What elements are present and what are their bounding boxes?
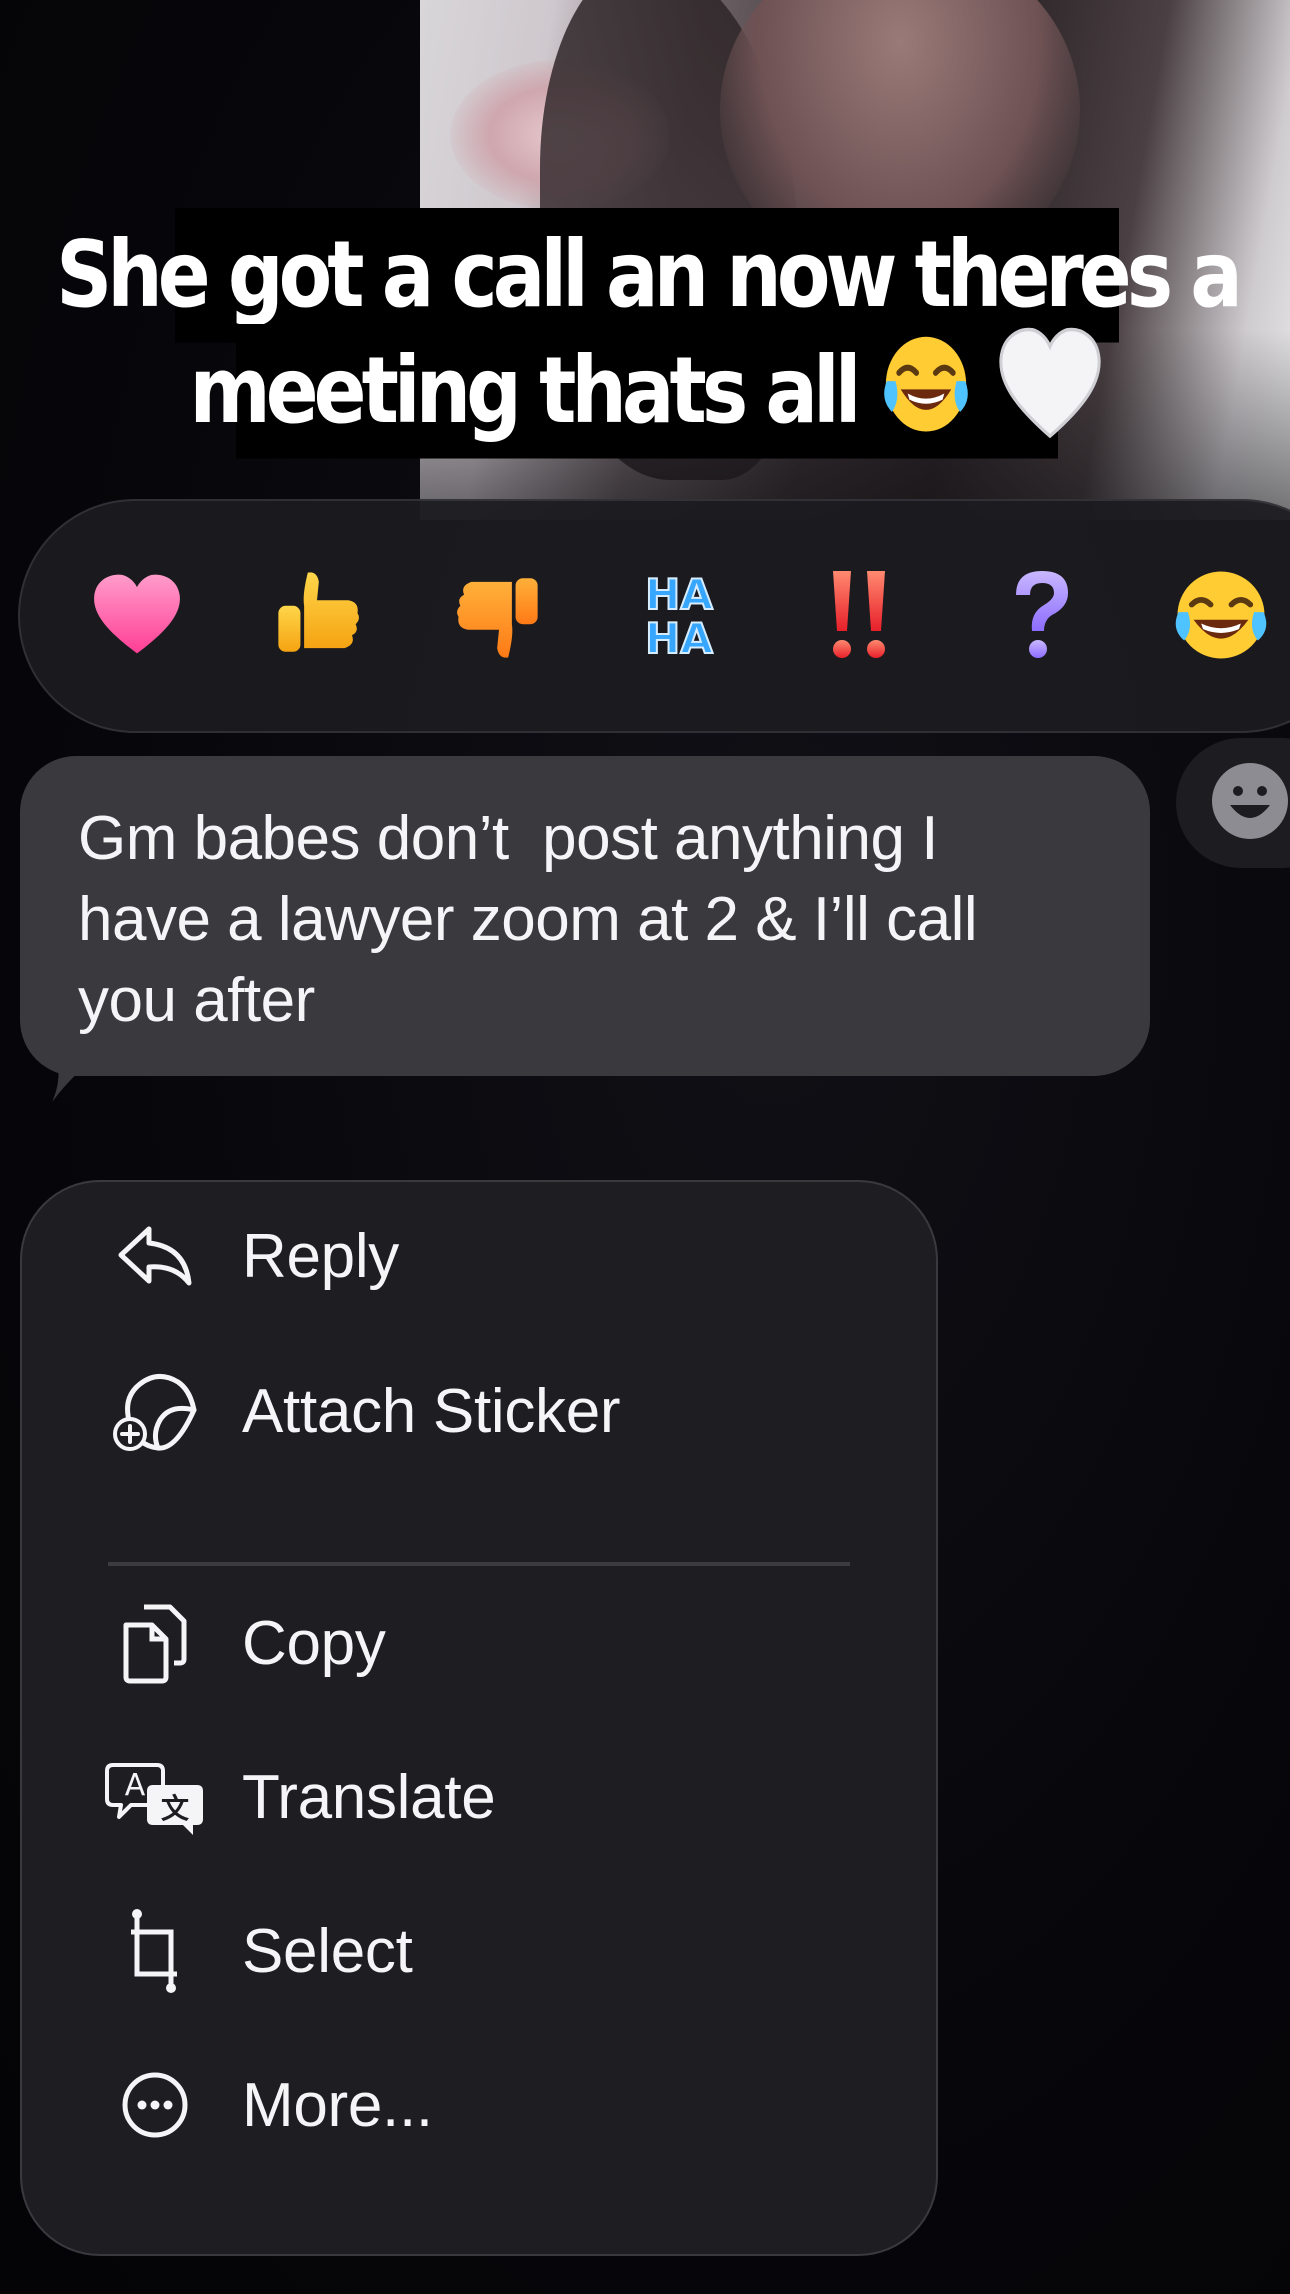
translate-icon: A 文 — [100, 1742, 210, 1852]
message-context-menu: Reply Attach Sticker Copy A 文 Translate … — [20, 1180, 938, 2256]
thumbs-up-icon — [271, 567, 363, 663]
menu-item-reply[interactable]: Reply — [20, 1181, 938, 1331]
tapback-heart[interactable] — [82, 560, 192, 670]
caption-line-1: She got a call an now theres a — [56, 208, 1243, 343]
add-emoji-reaction-button[interactable] — [1176, 738, 1290, 868]
reply-icon — [100, 1201, 210, 1311]
menu-label-more: More... — [242, 2070, 433, 2140]
menu-item-translate[interactable]: A 文 Translate — [20, 1722, 938, 1872]
tapback-question[interactable] — [986, 560, 1096, 670]
svg-text:文: 文 — [161, 1792, 189, 1825]
menu-label-select: Select — [242, 1916, 413, 1986]
menu-label-reply: Reply — [242, 1221, 400, 1291]
smiley-face-icon — [1210, 761, 1290, 846]
menu-divider — [108, 1562, 850, 1566]
screen: She got a call an now theres a meeting t… — [0, 0, 1290, 2294]
heart-icon — [89, 571, 185, 659]
menu-label-attach-sticker: Attach Sticker — [242, 1376, 621, 1446]
sticker-icon — [100, 1356, 210, 1466]
copy-icon — [100, 1588, 210, 1698]
tapback-emphasize[interactable] — [806, 560, 916, 670]
more-icon — [100, 2050, 210, 2160]
message-text: Gm babes don’t post anything I have a la… — [78, 804, 978, 1035]
menu-item-select[interactable]: Select — [20, 1876, 938, 2026]
svg-text:A: A — [125, 1768, 146, 1803]
svg-text:HA: HA — [645, 614, 713, 663]
caption-text-2: meeting thats all — [189, 338, 861, 445]
menu-item-copy[interactable]: Copy — [20, 1568, 938, 1718]
thumbs-down-icon — [453, 567, 545, 663]
message-bubble[interactable]: Gm babes don’t post anything I have a la… — [20, 756, 1150, 1076]
white-heart-emoji-icon — [995, 325, 1105, 458]
caption-text-1: She got a call an now theres a — [56, 222, 1243, 329]
select-crop-icon — [100, 1896, 210, 2006]
tapback-laughing[interactable] — [1166, 560, 1276, 670]
message-bubble-tail — [52, 1050, 106, 1102]
menu-label-copy: Copy — [242, 1608, 386, 1678]
face-with-tears-of-joy-icon — [1169, 563, 1273, 667]
double-exclamation-icon — [821, 565, 901, 665]
question-mark-icon — [1006, 565, 1076, 665]
menu-label-translate: Translate — [242, 1762, 496, 1832]
tapback-haha[interactable]: HA HA — [624, 560, 734, 670]
menu-item-attach-sticker[interactable]: Attach Sticker — [20, 1336, 938, 1486]
menu-item-more[interactable]: More... — [20, 2030, 938, 2180]
tapback-thumbs-up[interactable] — [262, 560, 372, 670]
tears-of-joy-emoji-icon — [871, 327, 981, 456]
svg-text:HA: HA — [645, 570, 713, 619]
haha-icon: HA HA — [629, 567, 729, 663]
caption-line-2: meeting thats all — [189, 324, 1101, 459]
tapback-thumbs-down[interactable] — [444, 560, 554, 670]
